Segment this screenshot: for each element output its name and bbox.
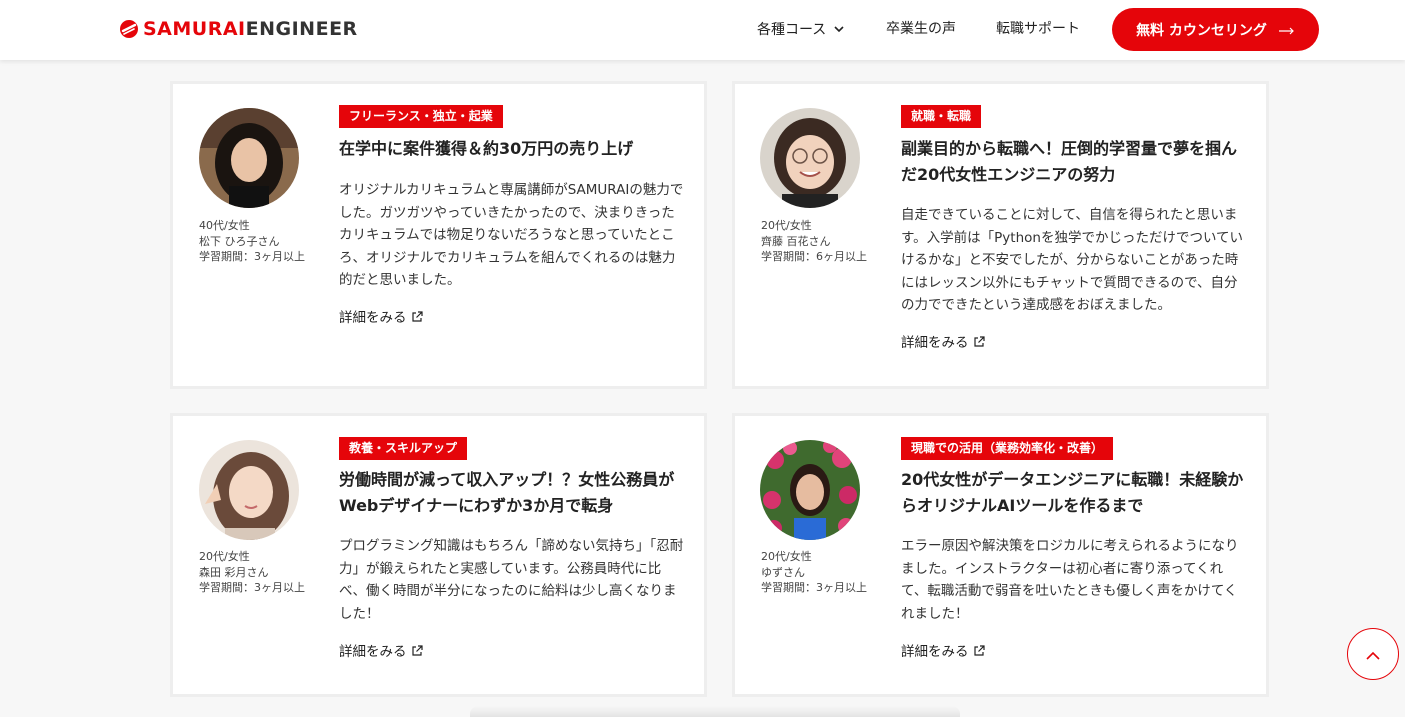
back-to-top-button[interactable]	[1347, 628, 1399, 680]
logo-text: SAMURAIENGINEER	[143, 18, 358, 40]
student-name: 齊藤 百花さん	[761, 234, 831, 248]
student-meta: 20代/女性 ゆずさん 学習期間：3ヶ月以上	[761, 549, 867, 596]
card-body: 自走できていることに対して、自信を得られたと思います。入学前は「Pythonを独…	[901, 207, 1244, 313]
category-badge: フリーランス・独立・起業	[339, 105, 503, 128]
study-period: 学習期間：3ヶ月以上	[199, 581, 305, 594]
external-link-icon	[411, 310, 423, 328]
card-title: 副業目的から転職へ！圧倒的学習量で夢を掴んだ20代女性エンジニアの努力	[901, 139, 1238, 184]
student-age: 20代/女性	[761, 219, 812, 232]
student-name: ゆずさん	[761, 565, 805, 579]
external-link-icon	[973, 644, 985, 662]
external-link-icon	[411, 644, 423, 662]
nav-courses-label: 各種コース	[757, 22, 827, 38]
study-period: 学習期間：3ヶ月以上	[761, 581, 867, 594]
nav-courses[interactable]: 各種コース	[757, 20, 844, 39]
testimonial-card[interactable]: 20代/女性 齊藤 百花さん 学習期間：6ヶ月以上 就職・転職 副業目的から転職…	[732, 81, 1269, 389]
nav-career-support[interactable]: 転職サポート	[996, 20, 1080, 38]
study-period: 学習期間：3ヶ月以上	[199, 250, 305, 263]
read-more-link[interactable]: 詳細をみる	[901, 643, 985, 662]
site-header: SAMURAIENGINEER 各種コース 卒業生の声 転職サポート 無料 カウ…	[0, 0, 1405, 60]
card-body: エラー原因や解決策をロジカルに考えられるようになりました。インストラクターは初心…	[901, 538, 1239, 622]
testimonial-card[interactable]: 20代/女性 森田 彩月さん 学習期間：3ヶ月以上 教養・スキルアップ 労働時間…	[170, 413, 707, 697]
card-title: 20代女性がデータエンジニアに転職！未経験からオリジナルAIツールを作るまで	[901, 470, 1244, 515]
read-more-link[interactable]: 詳細をみる	[339, 309, 423, 328]
cta-label: 無料 カウンセリング	[1136, 22, 1267, 39]
student-meta: 20代/女性 齊藤 百花さん 学習期間：6ヶ月以上	[761, 218, 867, 265]
study-period: 学習期間：6ヶ月以上	[761, 250, 867, 263]
testimonial-card[interactable]: 40代/女性 松下 ひろ子さん 学習期間：3ヶ月以上 フリーランス・独立・起業 …	[170, 81, 707, 389]
read-more-label: 詳細をみる	[901, 644, 969, 660]
avatar	[199, 108, 299, 208]
card-title: 在学中に案件獲得＆約30万円の売り上げ	[339, 139, 634, 158]
card-body: オリジナルカリキュラムと専属講師がSAMURAIの魅力でした。ガツガツやっていき…	[339, 182, 684, 288]
card-body: プログラミング知識はもちろん「諦めない気持ち」「忍耐力」が鍛えられたと実感してい…	[339, 538, 684, 622]
student-meta: 40代/女性 松下 ひろ子さん 学習期間：3ヶ月以上	[199, 218, 305, 265]
chevron-up-icon	[1366, 645, 1380, 664]
arrow-right-icon	[1278, 20, 1295, 39]
bottom-overlay-shadow	[470, 706, 960, 717]
nav-graduate-voices[interactable]: 卒業生の声	[886, 20, 956, 38]
external-link-icon	[973, 335, 985, 353]
logo-mark-icon	[120, 20, 138, 38]
read-more-label: 詳細をみる	[339, 310, 407, 326]
student-name: 松下 ひろ子さん	[199, 234, 280, 248]
card-title: 労働時間が減って収入アップ！？女性公務員がWebデザイナーにわずか3か月で転身	[339, 470, 675, 515]
category-badge: 現職での活用（業務効率化・改善）	[901, 437, 1114, 460]
chevron-down-icon	[834, 20, 844, 38]
student-meta: 20代/女性 森田 彩月さん 学習期間：3ヶ月以上	[199, 549, 305, 596]
read-more-link[interactable]: 詳細をみる	[901, 334, 985, 353]
read-more-label: 詳細をみる	[901, 335, 969, 351]
avatar	[760, 440, 860, 540]
student-age: 20代/女性	[199, 550, 250, 563]
category-badge: 就職・転職	[901, 105, 982, 128]
avatar	[760, 108, 860, 208]
avatar	[199, 440, 299, 540]
student-name: 森田 彩月さん	[199, 565, 269, 579]
student-age: 20代/女性	[761, 550, 812, 563]
free-counseling-button[interactable]: 無料 カウンセリング	[1112, 8, 1319, 51]
read-more-link[interactable]: 詳細をみる	[339, 643, 423, 662]
read-more-label: 詳細をみる	[339, 644, 407, 660]
category-badge: 教養・スキルアップ	[339, 437, 468, 460]
site-logo[interactable]: SAMURAIENGINEER	[119, 18, 358, 40]
testimonial-card[interactable]: 20代/女性 ゆずさん 学習期間：3ヶ月以上 現職での活用（業務効率化・改善） …	[732, 413, 1269, 697]
student-age: 40代/女性	[199, 219, 250, 232]
